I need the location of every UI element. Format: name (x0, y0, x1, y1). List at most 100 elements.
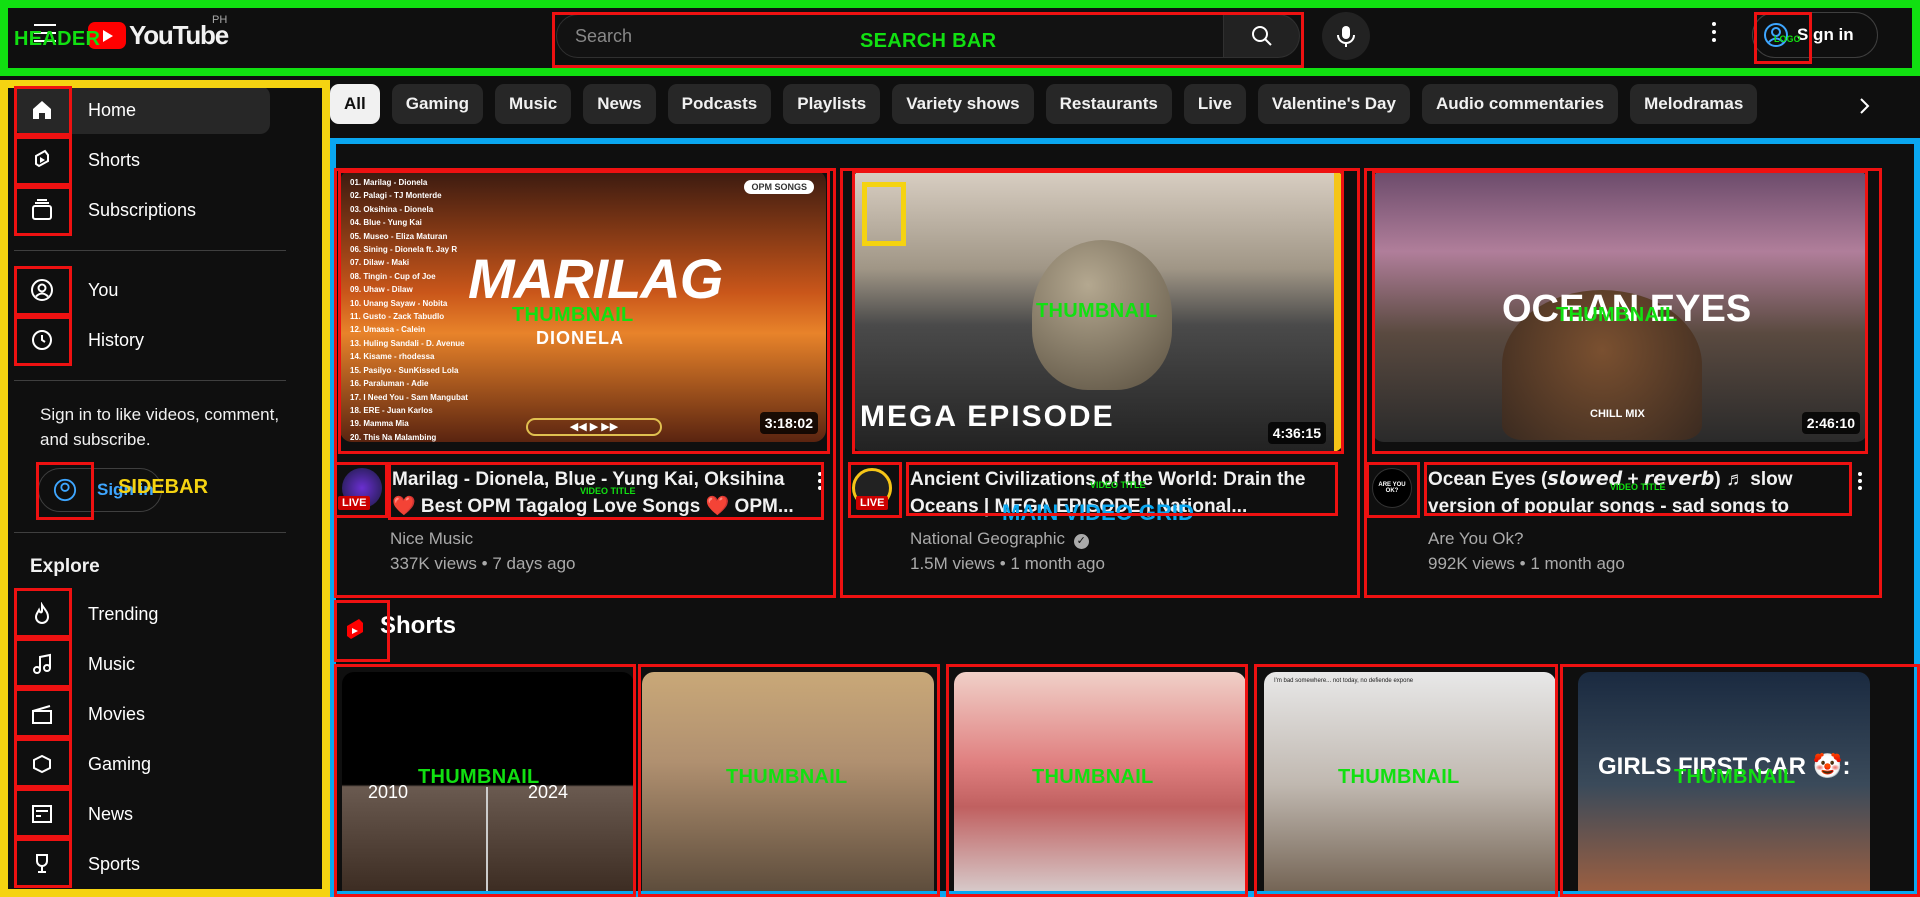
annotation-main-grid-label: MAIN VIDEO GRID (1002, 500, 1194, 525)
sidebar-item-history[interactable]: History (14, 316, 270, 364)
sidebar-item-label: You (88, 279, 119, 300)
history-icon (20, 318, 64, 362)
thumbnail-subtitle-text: DIONELA (536, 328, 624, 348)
track-list-item: 08. Tingin - Cup of Joe (350, 271, 436, 281)
sidebar-item-label: Home (88, 99, 137, 120)
natgeo-border (1334, 170, 1344, 452)
chip-music[interactable]: Music (495, 84, 572, 124)
thumbnail-subtitle-text: CHILL MIX (1590, 408, 1645, 420)
sidebar-item-label: Trending (88, 603, 159, 624)
annotation-title-label: VIDEO TITLE (1610, 482, 1666, 492)
gaming-icon (20, 742, 64, 786)
trending-icon (20, 592, 64, 636)
track-list-item: 07. Dilaw - Maki (350, 258, 410, 268)
chip-live[interactable]: Live (1183, 84, 1246, 124)
search-button[interactable] (1224, 14, 1300, 58)
home-icon (20, 88, 64, 132)
chips-next-button[interactable] (1844, 86, 1884, 126)
sidebar-item-music[interactable]: Music (14, 640, 270, 688)
chip-gaming[interactable]: Gaming (391, 84, 484, 124)
channel-name[interactable]: Nice Music (390, 526, 473, 552)
verified-icon: ✓ (1073, 534, 1089, 549)
chip-variety-shows[interactable]: Variety shows (892, 84, 1034, 124)
sidebar-item-gaming[interactable]: Gaming (14, 740, 270, 788)
annotation-header-label: HEADER (14, 28, 101, 50)
annotation-short-label: THUMBNAIL (726, 766, 848, 788)
annotation-short-label: THUMBNAIL (418, 766, 540, 788)
movies-icon (20, 692, 64, 736)
sign-in-prompt: Sign in to like videos, comment, and sub… (40, 405, 280, 449)
short-caption: I'm bad somewhere... not today, no defie… (1274, 678, 1414, 684)
voice-search-button[interactable] (1322, 12, 1370, 60)
chip-playlists[interactable]: Playlists (783, 84, 881, 124)
sidebar-item-label: Music (88, 653, 136, 674)
sidebar-divider (14, 532, 286, 533)
sidebar-item-sports[interactable]: Sports (14, 840, 270, 888)
chip-all[interactable]: All (330, 84, 380, 124)
shorts-icon (20, 138, 64, 182)
chip-news[interactable]: News (583, 84, 656, 124)
video-more-icon[interactable] (818, 472, 822, 493)
trophy-icon (20, 842, 64, 886)
channel-avatar[interactable]: ARE YOU OK? (1372, 468, 1412, 508)
track-list-item: 20. This Na Malambing (350, 432, 437, 442)
track-list-item: 14. Kisame - rhodessa (350, 352, 435, 362)
sign-in-label: Sign in (1797, 25, 1854, 44)
track-list-item: 06. Sining - Dionela ft. Jay R (350, 245, 458, 255)
sidebar-item-trending[interactable]: Trending (14, 590, 270, 638)
user-icon (20, 268, 64, 312)
sidebar-item-subscriptions[interactable]: Subscriptions (14, 186, 270, 234)
chip-podcasts[interactable]: Podcasts (667, 84, 772, 124)
explore-heading: Explore (30, 556, 100, 577)
channel-name[interactable]: National Geographic (910, 529, 1065, 548)
sidebar-item-shorts[interactable]: Shorts (14, 136, 270, 184)
youtube-logo[interactable]: YouTube PH (88, 14, 229, 51)
channel-name[interactable]: Are You Ok? (1428, 526, 1523, 552)
video-more-icon[interactable] (1858, 472, 1862, 493)
sidebar-item-label: Sports (88, 853, 141, 874)
sign-in-button[interactable]: Sign in (1752, 12, 1878, 58)
track-list-item: 10. Unang Sayaw - Nobita (350, 298, 448, 308)
annotation-short-label: THUMBNAIL (1032, 766, 1154, 788)
chip-melodramas[interactable]: Melodramas (1630, 84, 1758, 124)
sidebar-item-label: History (88, 329, 145, 350)
track-list-item: 15. Pasilyo - SunKissed Lola (350, 365, 459, 375)
short-caption: 2010 (368, 782, 409, 802)
thumbnail-track-list: 01. Marilag - Dionela 02. Palagi - TJ Mon… (350, 176, 468, 442)
annotation-thumb-label: THUMBNAIL (512, 304, 634, 326)
annotation-thumb-label: THUMBNAIL (1036, 300, 1158, 322)
country-code: PH (212, 14, 228, 26)
music-icon (20, 642, 64, 686)
thumbnail-title-text: MEGA EPISODE (860, 400, 1115, 433)
track-list-item: 03. Oksihina - Dionela (350, 204, 434, 214)
sidebar-divider (14, 250, 286, 251)
sidebar-item-movies[interactable]: Movies (14, 690, 270, 738)
chip-valentines-day[interactable]: Valentine's Day (1257, 84, 1410, 124)
search-icon (1251, 26, 1272, 46)
settings-more-icon[interactable] (1712, 22, 1718, 46)
sidebar-item-home[interactable]: Home (14, 86, 270, 134)
shorts-heading: Shorts (380, 612, 457, 639)
track-list-item: 19. Mamma Mia (350, 419, 409, 429)
track-list-item: 11. Gusto - Zack Tabudlo (350, 312, 445, 322)
track-list-item: 02. Palagi - TJ Monterde (350, 191, 442, 201)
annotation-short-label: THUMBNAIL (1674, 766, 1796, 788)
chip-restaurants[interactable]: Restaurants (1045, 84, 1172, 124)
sidebar-item-news[interactable]: News (14, 790, 270, 838)
annotation-search-label: SEARCH BAR (860, 30, 997, 52)
sidebar-item-label: Shorts (88, 149, 141, 170)
video-meta: 337K views • 7 days ago (390, 554, 576, 573)
sidebar-item-label: Movies (88, 703, 146, 724)
chevron-right-icon (1860, 98, 1870, 114)
track-list-item: 01. Marilag - Dionela (350, 178, 428, 187)
track-list-item: 18. ERE - Juan Karlos (350, 405, 433, 415)
chip-audio-commentaries[interactable]: Audio commentaries (1421, 84, 1619, 124)
sidebar-item-you[interactable]: You (14, 266, 270, 314)
annotation-title-label: VIDEO TITLE (1090, 480, 1146, 490)
live-badge: LIVE (856, 496, 889, 510)
track-list-item: 04. Blue - Yung Kai (350, 218, 422, 228)
track-list-item: 12. Umaasa - Calein (350, 325, 426, 335)
sidebar-divider (14, 380, 286, 381)
video-title[interactable]: Ocean Eyes (𝙨𝙡𝙤𝙬𝙚𝙙 + 𝙧𝙚𝙫𝙚𝙧𝙗) ♬ slow vers… (1428, 466, 1844, 520)
sidebar-item-label: Gaming (88, 753, 152, 774)
